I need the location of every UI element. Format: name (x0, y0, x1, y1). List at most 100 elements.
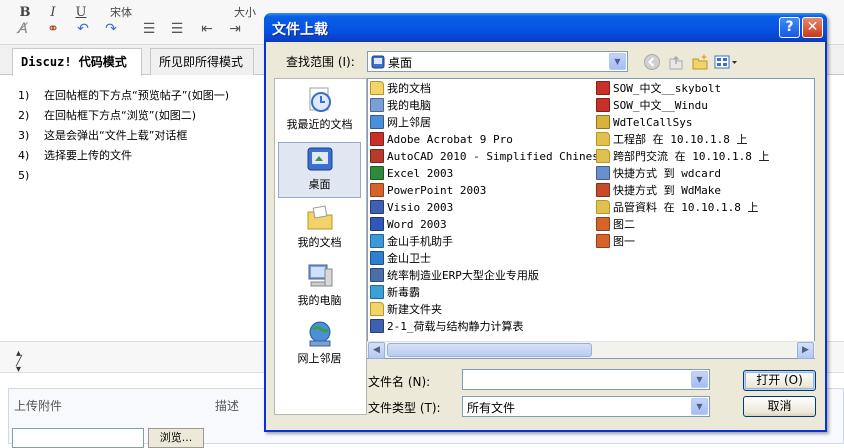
look-in-value: 桌面 (388, 56, 413, 70)
attachment-description-header: 描述 (215, 399, 240, 413)
file-item[interactable]: Visio 2003 (370, 199, 453, 216)
file-name: 金山手机助手 (387, 235, 453, 248)
desktop-icon (307, 147, 332, 171)
attachment-file-input[interactable] (12, 428, 144, 448)
dialog-titlebar[interactable]: 文件上载 ? ✕ (264, 13, 827, 42)
file-name: 网上邻居 (387, 116, 431, 129)
dialog-title: 文件上载 (272, 22, 328, 38)
file-item[interactable]: Word 2003 (370, 216, 447, 233)
file-item[interactable]: 我的电脑 (370, 97, 431, 114)
place-my-documents[interactable]: 我的文档 (278, 201, 361, 257)
file-item[interactable]: 统率制造业ERP大型企业专用版 (370, 267, 539, 284)
file-name: Visio 2003 (387, 201, 454, 214)
file-item[interactable]: 快捷方式 到 WdMake (596, 182, 721, 199)
chevron-down-icon[interactable]: ▼ (609, 53, 626, 70)
help-button[interactable]: ? (779, 17, 800, 38)
file-name: Excel 2003 (387, 167, 454, 180)
file-name: AutoCAD 2010 - Simplified Chinese (387, 150, 606, 163)
file-name: WdTelCallSys (613, 116, 693, 129)
place-my-computer[interactable]: 我的电脑 (278, 259, 361, 315)
outdent-icon[interactable]: ⇤ (196, 20, 218, 38)
back-icon[interactable] (642, 53, 662, 73)
scroll-left-icon[interactable]: ◀ (368, 342, 385, 359)
file-item[interactable]: 图一 (596, 233, 635, 250)
browse-button[interactable]: 浏览... (148, 428, 204, 448)
file-name: 图二 (613, 218, 635, 231)
file-name: SOW_中文__skybolt (613, 82, 722, 95)
filetype-label: 文件类型 (T): (368, 401, 441, 415)
file-item[interactable]: 新建文件夹 (370, 301, 442, 318)
file-list[interactable]: 我的文档 我的电脑网上邻居 Adobe Acrobat 9 Pro AutoCAD 2… (367, 78, 815, 359)
shortcut-icon (596, 183, 610, 197)
file-name: 工程部 在 10.10.1.8 上 (613, 133, 748, 146)
file-item[interactable]: SOW_中文__skybolt (596, 80, 721, 97)
chevron-down-icon[interactable]: ▼ (691, 371, 708, 388)
network-folder-icon (596, 132, 610, 146)
pdf-icon (596, 98, 610, 112)
computer-icon (370, 98, 384, 112)
filename-label: 文件名 (N): (368, 375, 431, 389)
file-upload-dialog: 文件上载 ? ✕ 查找范围 (I): 桌面 ▼ 我最近的文档 桌面 我的文档 我… (264, 13, 827, 432)
scroll-right-icon[interactable]: ▶ (797, 342, 814, 359)
file-item[interactable]: 我的文档 (370, 80, 431, 97)
close-button[interactable]: ✕ (802, 17, 823, 38)
file-item[interactable]: 跨部門交流 在 10.10.1.8 上 (596, 148, 769, 165)
new-folder-icon[interactable] (690, 53, 710, 73)
shortcut-icon (370, 149, 384, 163)
resize-handle-icon[interactable]: ▴ ╱ ▾ (16, 349, 22, 375)
horizontal-scrollbar[interactable]: ◀ ▶ (367, 341, 815, 359)
shortcut-icon (370, 183, 384, 197)
file-item[interactable]: PowerPoint 2003 (370, 182, 486, 199)
file-item[interactable]: 2-1_荷载与结构静力计算表 (370, 318, 524, 335)
folder-icon (370, 302, 384, 316)
filename-input[interactable]: ▼ (462, 369, 710, 390)
recent-documents-icon (309, 87, 331, 112)
network-folder-icon (596, 149, 610, 163)
remove-format-icon[interactable]: A̸ (12, 20, 34, 38)
file-item[interactable]: 网上邻居 (370, 114, 431, 131)
up-folder-icon[interactable] (666, 53, 686, 73)
file-name: 金山卫士 (387, 252, 431, 265)
file-item[interactable]: 新毒霸 (370, 284, 420, 301)
open-button[interactable]: 打开 (O) (743, 370, 816, 391)
place-recent-documents[interactable]: 我最近的文档 (278, 83, 361, 139)
places-bar: 我最近的文档 桌面 我的文档 我的电脑 网上邻居 (274, 78, 367, 415)
file-item[interactable]: Excel 2003 (370, 165, 453, 182)
file-item[interactable]: 金山卫士 (370, 250, 431, 267)
file-name: 跨部門交流 在 10.10.1.8 上 (613, 150, 770, 163)
undo-icon[interactable]: ↶ (72, 20, 94, 38)
file-name: 统率制造业ERP大型企业专用版 (387, 269, 539, 282)
file-item[interactable]: SOW_中文__Windu (596, 97, 708, 114)
scroll-thumb[interactable] (387, 343, 592, 357)
file-item[interactable]: WdTelCallSys (596, 114, 692, 131)
file-item[interactable]: Adobe Acrobat 9 Pro (370, 131, 513, 148)
ordered-list-icon[interactable]: ☰ (138, 20, 160, 38)
file-name: 快捷方式 到 wdcard (613, 167, 721, 180)
file-name: 新毒霸 (387, 286, 420, 299)
file-item[interactable]: 品管資料 在 10.10.1.8 上 (596, 199, 758, 216)
file-item[interactable]: 快捷方式 到 wdcard (596, 165, 721, 182)
file-item[interactable]: AutoCAD 2010 - Simplified Chinese (370, 148, 606, 165)
file-item[interactable]: 图二 (596, 216, 635, 233)
place-network[interactable]: 网上邻居 (278, 317, 361, 373)
indent-icon[interactable]: ⇥ (224, 20, 246, 38)
link-icon[interactable]: ⚭ (42, 20, 64, 38)
image-icon (596, 217, 610, 231)
place-desktop[interactable]: 桌面 (278, 142, 361, 198)
chevron-down-icon[interactable]: ▼ (691, 398, 708, 415)
file-item[interactable]: 金山手机助手 (370, 233, 453, 250)
redo-icon[interactable]: ↷ (100, 20, 122, 38)
file-item[interactable]: 工程部 在 10.10.1.8 上 (596, 131, 747, 148)
tab-code-mode[interactable]: Discuz! 代码模式 (12, 48, 142, 76)
pdf-icon (596, 81, 610, 95)
network-folder-icon (596, 200, 610, 214)
look-in-select[interactable]: 桌面 ▼ (367, 51, 628, 72)
shortcut-icon (370, 217, 384, 231)
unordered-list-icon[interactable]: ☰ (166, 20, 188, 38)
tab-wysiwyg-mode[interactable]: 所见即所得模式 (150, 48, 254, 75)
desktop-small-icon (371, 55, 385, 69)
cancel-button[interactable]: 取消 (743, 396, 816, 417)
folder-icon (370, 81, 384, 95)
view-menu-icon[interactable] (714, 53, 738, 73)
filetype-select[interactable]: 所有文件 ▼ (462, 396, 710, 417)
